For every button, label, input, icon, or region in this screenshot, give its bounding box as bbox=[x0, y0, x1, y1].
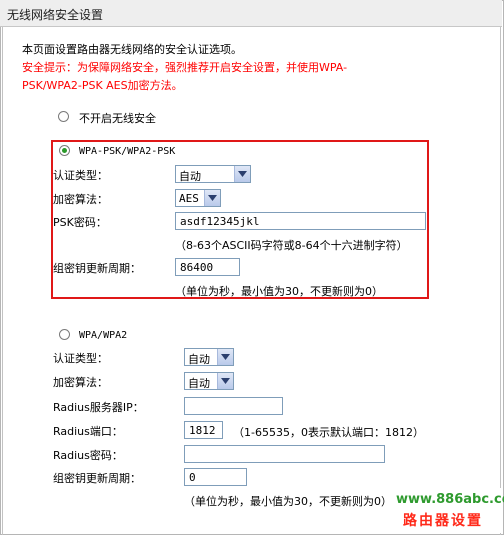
panel-header: 无线网络安全设置 bbox=[0, 0, 502, 27]
right-divider bbox=[500, 27, 501, 535]
radius-port-input[interactable]: 1812 bbox=[184, 421, 223, 439]
wpa-encryption-select[interactable]: 自动 bbox=[184, 372, 234, 390]
wpa-encryption-label: 加密算法： bbox=[53, 376, 108, 389]
wpa-psk-radio[interactable] bbox=[59, 145, 70, 156]
radius-password-label: Radius密码： bbox=[53, 449, 123, 462]
chevron-down-icon bbox=[204, 190, 220, 206]
wpa-group-key-input[interactable]: 0 bbox=[184, 468, 247, 486]
radius-password-input[interactable] bbox=[184, 445, 385, 463]
wpa-enterprise-radio[interactable] bbox=[59, 329, 70, 340]
wpa-auth-type-label: 认证类型： bbox=[53, 352, 108, 365]
left-divider bbox=[2, 27, 3, 535]
wpa-auth-type-select[interactable]: 自动 bbox=[184, 348, 234, 366]
radius-ip-input[interactable] bbox=[184, 397, 283, 415]
wpa-psk-auth-type-select[interactable]: 自动 bbox=[175, 165, 251, 183]
radius-ip-label: Radius服务器IP： bbox=[53, 401, 144, 414]
wpa-group-key-label: 组密钥更新周期： bbox=[53, 472, 141, 485]
wpa-group-key-value: 0 bbox=[189, 471, 196, 484]
radius-port-value: 1812 bbox=[189, 424, 216, 437]
chevron-down-icon bbox=[217, 373, 233, 389]
wpa-psk-group-key-hint: （单位为秒，最小值为30，不更新则为0） bbox=[175, 285, 383, 298]
wpa-psk-encryption-select[interactable]: AES bbox=[175, 189, 221, 207]
psk-password-input[interactable]: asdf12345jkl bbox=[175, 212, 426, 230]
page-title: 无线网络安全设置 bbox=[7, 8, 104, 22]
security-hint-line2: PSK/WPA2-PSK AES加密方法。 bbox=[22, 79, 183, 92]
wpa-psk-group-key-label: 组密钥更新周期： bbox=[53, 262, 141, 275]
radio-selected-dot bbox=[62, 148, 67, 153]
wpa-group-key-hint: （单位为秒，最小值为30，不更新则为0） bbox=[184, 495, 392, 508]
radius-port-label: Radius端口： bbox=[53, 425, 123, 438]
security-hint-line1: 安全提示：为保障网络安全，强烈推荐开启安全设置，并使用WPA- bbox=[22, 61, 348, 74]
wpa-auth-type-value: 自动 bbox=[188, 353, 210, 366]
wpa-psk-label: WPA-PSK/WPA2-PSK bbox=[79, 146, 176, 157]
watermark-text: 路由器设置 bbox=[403, 513, 483, 529]
watermark-url: www.886abc.com bbox=[396, 492, 504, 507]
psk-password-label: PSK密码： bbox=[53, 216, 107, 229]
wpa-psk-auth-type-value: 自动 bbox=[179, 170, 201, 183]
wpa-psk-encryption-label: 加密算法： bbox=[53, 193, 108, 206]
wpa-psk-group-key-input[interactable]: 86400 bbox=[175, 258, 240, 276]
chevron-down-icon bbox=[234, 166, 250, 182]
wpa-psk-encryption-value: AES bbox=[179, 192, 199, 205]
wpa-encryption-value: 自动 bbox=[188, 377, 210, 390]
no-security-label: 不开启无线安全 bbox=[79, 112, 156, 125]
wpa-psk-group-key-value: 86400 bbox=[180, 261, 214, 274]
intro-text: 本页面设置路由器无线网络的安全认证选项。 bbox=[22, 43, 242, 56]
psk-password-hint: （8-63个ASCII码字符或8-64个十六进制字符） bbox=[175, 239, 408, 252]
no-security-radio[interactable] bbox=[58, 111, 69, 122]
wpa-enterprise-label: WPA/WPA2 bbox=[79, 330, 128, 341]
radius-port-hint: （1-65535，0表示默认端口：1812） bbox=[233, 426, 424, 439]
psk-password-value: asdf12345jkl bbox=[180, 215, 260, 228]
chevron-down-icon bbox=[217, 349, 233, 365]
wpa-psk-auth-type-label: 认证类型： bbox=[53, 169, 108, 182]
